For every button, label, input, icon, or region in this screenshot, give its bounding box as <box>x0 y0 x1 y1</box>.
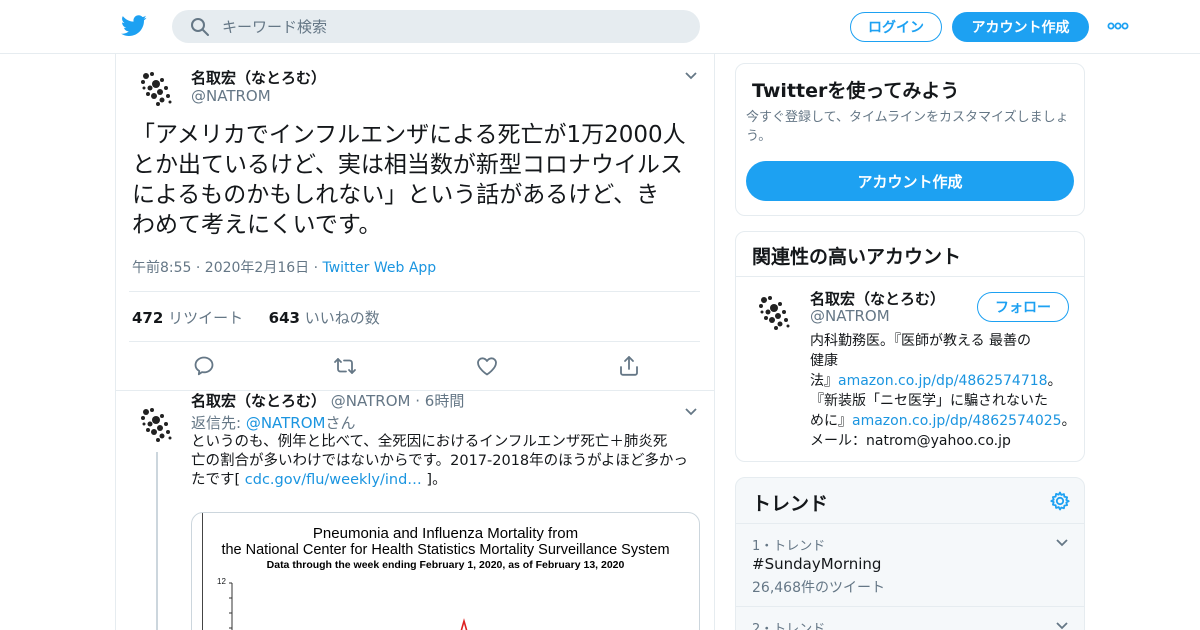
tweet-stats: 472 リツイート 643 いいねの数 <box>132 307 380 328</box>
top-navigation-bar: ログイン アカウント作成 <box>0 0 1200 54</box>
bio-line: 健康 <box>810 353 838 369</box>
signup-description-line: 今すぐ登録して、タイムラインをカスタマイズしましょ <box>746 110 1069 125</box>
divider <box>129 341 700 342</box>
tweet-text-line: によるものかもしれない」という話があるけど、き <box>132 182 660 208</box>
chevron-down-icon[interactable] <box>684 407 698 417</box>
trend-rank: 1・トレンド <box>752 539 826 554</box>
like-count[interactable]: 643 <box>269 309 300 327</box>
signup-panel-title: Twitterを使ってみよう <box>752 80 960 102</box>
reply-text-part: たです[ <box>191 472 245 488</box>
reply-to-mention-link[interactable]: @NATROM <box>246 414 326 432</box>
tweet-meta: 午前8:55 · 2020年2月16日 · Twitter Web App <box>132 257 436 277</box>
reply-to-suffix: さん <box>325 414 356 432</box>
reply-timestamp[interactable]: · 6時間 <box>415 392 464 410</box>
divider <box>736 276 1084 277</box>
tweet-timestamp[interactable]: 午前8:55 · 2020年2月16日 · <box>132 260 323 276</box>
tweet-source-link[interactable]: Twitter Web App <box>323 260 437 276</box>
related-account-bio: 内科勤務医。『医師が教える 最善の 健康 法』amazon.co.jp/dp/4… <box>810 331 1078 451</box>
reply-icon[interactable] <box>192 354 216 378</box>
bio-text: 。 <box>1047 373 1062 389</box>
trend-tweet-count: 26,468件のツイート <box>752 580 885 596</box>
reply-author-name[interactable]: 名取宏（なとろむ） <box>191 392 326 410</box>
related-panel-title: 関連性の高いアカウント <box>752 246 962 268</box>
bio-text: 法』 <box>810 373 838 389</box>
avatar[interactable] <box>132 400 180 448</box>
signup-panel: Twitterを使ってみよう 今すぐ登録して、タイムラインをカスタマイズしましょ… <box>735 63 1085 216</box>
tweet-text: 「アメリカでインフルエンザによる死亡が1万2000人 とか出ているけど、実は相当… <box>132 120 704 240</box>
reply-text-line: というのも、例年と比べて、全死因におけるインフルエンザ死亡＋肺炎死 <box>191 434 668 450</box>
tweet-text-line: わめて考えにくいです。 <box>132 212 382 238</box>
amazon-link-1[interactable]: amazon.co.jp/dp/4862574718 <box>838 373 1048 389</box>
signup-button[interactable]: アカウント作成 <box>952 12 1089 42</box>
author-handle[interactable]: @NATROM <box>191 87 271 105</box>
related-account-handle[interactable]: @NATROM <box>810 307 890 325</box>
like-label[interactable]: いいねの数 <box>305 309 380 327</box>
login-button[interactable]: ログイン <box>850 12 942 42</box>
tweet-text-line: 「アメリカでインフルエンザによる死亡が1万2000人 <box>132 122 686 148</box>
bio-line: 法』amazon.co.jp/dp/4862574718。 <box>810 371 1078 391</box>
bio-line: メール：natrom@yahoo.co.jp <box>810 433 1011 449</box>
reply-author-handle[interactable]: @NATROM <box>331 392 411 410</box>
bio-text: めに』 <box>810 413 852 429</box>
trends-panel: トレンド 1・トレンド #SundayMorning 26,468件のツイート … <box>735 477 1085 630</box>
signup-panel-button[interactable]: アカウント作成 <box>746 161 1074 201</box>
author-name[interactable]: 名取宏（なとろむ） <box>191 67 326 88</box>
reply-tweet[interactable]: 名取宏（なとろむ） @NATROM · 6時間 返信先: @NATROMさん と… <box>116 390 714 630</box>
attached-chart-image[interactable]: Pneumonia and Influenza Mortality from t… <box>191 512 700 630</box>
avatar[interactable] <box>132 64 180 112</box>
reply-to-line: 返信先: @NATROMさん <box>191 411 701 433</box>
reply-text-line: たです[ cdc.gov/flu/weekly/ind… ]。 <box>191 471 701 490</box>
retweet-label[interactable]: リツイート <box>168 309 243 327</box>
chevron-down-icon[interactable] <box>1055 538 1069 548</box>
trend-rank: 2・トレンド <box>752 622 826 630</box>
trend-item[interactable]: 2・トレンド <box>736 607 1084 630</box>
tweet-text-line: とか出ているけど、実は相当数が新型コロナウイルス <box>132 152 683 178</box>
search-icon <box>191 18 209 36</box>
fractal-avatar-icon <box>141 72 172 106</box>
more-dots-icon[interactable] <box>1107 20 1129 32</box>
search-bar[interactable] <box>172 10 700 43</box>
fractal-avatar-icon <box>141 408 172 442</box>
trends-panel-title: トレンド <box>752 493 829 515</box>
amazon-link-2[interactable]: amazon.co.jp/dp/4862574025 <box>852 413 1062 429</box>
image-chart-graphic <box>229 582 468 630</box>
thread-connector-line <box>156 452 158 630</box>
related-account-name[interactable]: 名取宏（なとろむ） <box>810 288 945 309</box>
chevron-down-icon[interactable] <box>1055 621 1069 630</box>
fractal-avatar-icon <box>759 296 790 330</box>
cdc-link[interactable]: cdc.gov/flu/weekly/ind… <box>245 472 422 488</box>
search-input[interactable] <box>222 10 682 43</box>
bio-line: 内科勤務医。『医師が教える 最善の <box>810 333 1032 349</box>
trend-name[interactable]: #SundayMorning <box>752 555 881 573</box>
related-accounts-panel: 関連性の高いアカウント 名取宏（なとろむ） @NATROM フォロー 内科勤務医… <box>735 231 1085 462</box>
bio-line: 『新装版「ニセ医学」に騙されないた <box>810 393 1048 409</box>
trend-item[interactable]: 1・トレンド #SundayMorning 26,468件のツイート <box>736 524 1084 606</box>
retweet-icon[interactable] <box>333 354 357 378</box>
reply-text-part: ]。 <box>421 472 447 488</box>
signup-description-line: う。 <box>746 129 772 144</box>
related-account-avatar[interactable] <box>750 288 798 336</box>
reply-text-line: 亡の割合が多いわけではないからです。2017-2018年のほうがよほど多かっ <box>191 453 688 469</box>
bio-line: めに』amazon.co.jp/dp/4862574025。 <box>810 411 1078 431</box>
signup-description: 今すぐ登録して、タイムラインをカスタマイズしましょ う。 <box>746 108 1069 146</box>
chevron-down-icon[interactable] <box>684 71 698 81</box>
divider <box>129 291 700 292</box>
share-icon[interactable] <box>617 354 641 378</box>
bio-text: 。 <box>1061 413 1076 429</box>
follow-button[interactable]: フォロー <box>977 292 1069 322</box>
timeline-column: 名取宏（なとろむ） @NATROM 「アメリカでインフルエンザによる死亡が1万2… <box>115 54 715 630</box>
retweet-count[interactable]: 472 <box>132 309 163 327</box>
twitter-bird-icon[interactable] <box>121 14 147 38</box>
like-heart-icon[interactable] <box>475 354 499 378</box>
reply-content: 名取宏（なとろむ） @NATROM · 6時間 返信先: @NATROMさん と… <box>191 392 701 490</box>
gear-icon[interactable] <box>1049 490 1071 512</box>
reply-to-prefix: 返信先: <box>191 414 246 432</box>
